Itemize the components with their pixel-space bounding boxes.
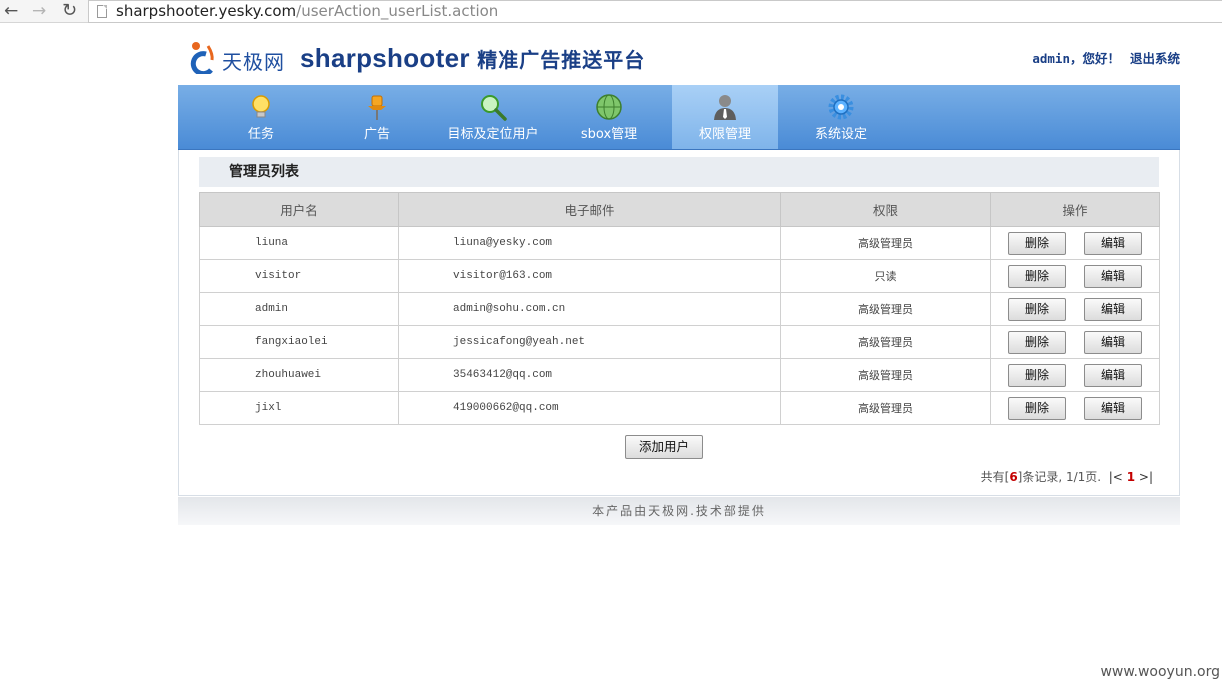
lightbulb-icon — [252, 95, 270, 118]
edit-button[interactable]: 编辑 — [1084, 297, 1142, 321]
section-title: 管理员列表 — [199, 157, 1159, 187]
column-header: 用户名 — [199, 192, 399, 227]
actions-cell: 删除 编辑 — [990, 226, 1160, 260]
actions-cell: 删除 编辑 — [990, 358, 1160, 392]
table-row: zhouhuawei 35463412@qq.com 高级管理员 删除 编辑 — [199, 358, 1160, 392]
nav-item-sbox[interactable]: sbox管理 — [556, 85, 662, 149]
pagination: 共有[6]条记录, 1/1页. |< 1 >| — [981, 468, 1153, 485]
column-header: 电子邮件 — [398, 192, 781, 227]
user-admin-icon — [714, 95, 736, 120]
actions-cell: 删除 编辑 — [990, 391, 1160, 425]
table-row: fangxiaolei jessicafong@yeah.net 高级管理员 删… — [199, 325, 1160, 359]
edit-button[interactable]: 编辑 — [1084, 363, 1142, 387]
email-cell: 419000662@qq.com — [398, 391, 781, 425]
current-page[interactable]: 1 — [1127, 470, 1135, 484]
permission-cell: 高级管理员 — [780, 391, 991, 425]
delete-button[interactable]: 删除 — [1008, 330, 1066, 354]
table-row: jixl 419000662@qq.com 高级管理员 删除 编辑 — [199, 391, 1160, 425]
email-cell: jessicafong@yeah.net — [398, 325, 781, 359]
nav-label: 任务 — [247, 127, 274, 142]
table-header-row: 用户名 电子邮件 权限 操作 — [199, 192, 1160, 227]
user-welcome: admin，您好！ 退出系统 — [1032, 48, 1180, 67]
username-cell: zhouhuawei — [199, 358, 399, 392]
nav-label: 权限管理 — [698, 127, 751, 142]
pager-suffix: ]条记录, 1/1页. — [1017, 470, 1102, 484]
next-page-link[interactable]: >| — [1139, 470, 1153, 484]
watermark: www.wooyun.org — [1100, 664, 1220, 680]
brand-title: sharpshooter 精准广告推送平台 — [300, 43, 645, 74]
nav-item-settings[interactable]: 系统设定 — [788, 85, 894, 149]
gear-icon — [828, 94, 854, 120]
permission-cell: 高级管理员 — [780, 226, 991, 260]
pager-prefix: 共有[ — [980, 470, 1010, 484]
prev-page-link[interactable]: |< — [1109, 470, 1123, 484]
nav-item-permissions[interactable]: 权限管理 — [672, 85, 778, 149]
email-cell: admin@sohu.com.cn — [398, 292, 781, 326]
reload-icon[interactable]: ↻ — [62, 1, 77, 21]
column-header: 权限 — [780, 192, 991, 227]
admin-table: 用户名 电子邮件 权限 操作 liuna liuna@yesky.com 高级管… — [199, 192, 1160, 425]
nav-label: 广告 — [363, 127, 390, 142]
url-path: /userAction_userList.action — [296, 2, 499, 20]
delete-button[interactable]: 删除 — [1008, 396, 1066, 420]
add-user-button[interactable]: 添加用户 — [625, 435, 703, 459]
email-cell: visitor@163.com — [398, 259, 781, 293]
nav-label: 目标及定位用户 — [447, 127, 539, 142]
username-cell: liuna — [199, 226, 399, 260]
permission-cell: 高级管理员 — [780, 325, 991, 359]
delete-button[interactable]: 删除 — [1008, 231, 1066, 255]
actions-cell: 删除 编辑 — [990, 292, 1160, 326]
browser-toolbar: ← → ↻ sharpshooter.yesky.com/userAction_… — [0, 0, 1222, 23]
pushpin-icon — [368, 95, 386, 120]
nav-item-tasks[interactable]: 任务 — [208, 85, 314, 149]
delete-button[interactable]: 删除 — [1008, 264, 1066, 288]
table-row: admin admin@sohu.com.cn 高级管理员 删除 编辑 — [199, 292, 1160, 326]
magnifier-icon — [481, 95, 507, 121]
table-row: liuna liuna@yesky.com 高级管理员 删除 编辑 — [199, 226, 1160, 260]
url-text: sharpshooter.yesky.com/userAction_userLi… — [116, 2, 498, 21]
nav-label: 系统设定 — [814, 127, 867, 142]
nav-label: sbox管理 — [580, 127, 638, 142]
nav-item-targeting[interactable]: 目标及定位用户 — [440, 85, 546, 149]
permission-cell: 高级管理员 — [780, 358, 991, 392]
table-row: visitor visitor@163.com 只读 删除 编辑 — [199, 259, 1160, 293]
permission-cell: 只读 — [780, 259, 991, 293]
username-cell: jixl — [199, 391, 399, 425]
footer: 本产品由天极网.技术部提供 — [178, 497, 1180, 525]
email-cell: 35463412@qq.com — [398, 358, 781, 392]
permission-cell: 高级管理员 — [780, 292, 991, 326]
address-bar[interactable]: sharpshooter.yesky.com/userAction_userLi… — [88, 0, 1222, 23]
username-cell: visitor — [199, 259, 399, 293]
nav-item-ads[interactable]: 广告 — [324, 85, 430, 149]
brand-name: sharpshooter — [300, 43, 470, 73]
edit-button[interactable]: 编辑 — [1084, 264, 1142, 288]
content-panel: 管理员列表 用户名 电子邮件 权限 操作 liuna liuna@yesky.c… — [178, 150, 1180, 496]
edit-button[interactable]: 编辑 — [1084, 330, 1142, 354]
logout-link[interactable]: 退出系统 — [1130, 51, 1180, 66]
brand-subtitle: 精准广告推送平台 — [477, 48, 646, 72]
back-arrow-icon[interactable]: ← — [4, 1, 18, 21]
edit-button[interactable]: 编辑 — [1084, 231, 1142, 255]
page-icon — [97, 5, 107, 18]
main-nav: 任务 广告 目标及定位用户 sbox管理 权限管理 系统设定 — [178, 85, 1180, 150]
logo-text: 天极网 — [222, 50, 285, 74]
url-domain: sharpshooter.yesky.com — [116, 2, 297, 20]
yesky-logo-icon — [190, 42, 214, 74]
column-header: 操作 — [990, 192, 1160, 227]
globe-icon — [596, 94, 622, 120]
record-count: 6 — [1009, 470, 1018, 484]
email-cell: liuna@yesky.com — [398, 226, 781, 260]
delete-button[interactable]: 删除 — [1008, 363, 1066, 387]
edit-button[interactable]: 编辑 — [1084, 396, 1142, 420]
delete-button[interactable]: 删除 — [1008, 297, 1066, 321]
actions-cell: 删除 编辑 — [990, 259, 1160, 293]
actions-cell: 删除 编辑 — [990, 325, 1160, 359]
forward-arrow-icon[interactable]: → — [32, 1, 46, 21]
username-cell: fangxiaolei — [199, 325, 399, 359]
username-cell: admin — [199, 292, 399, 326]
welcome-text: admin，您好！ — [1032, 51, 1120, 66]
